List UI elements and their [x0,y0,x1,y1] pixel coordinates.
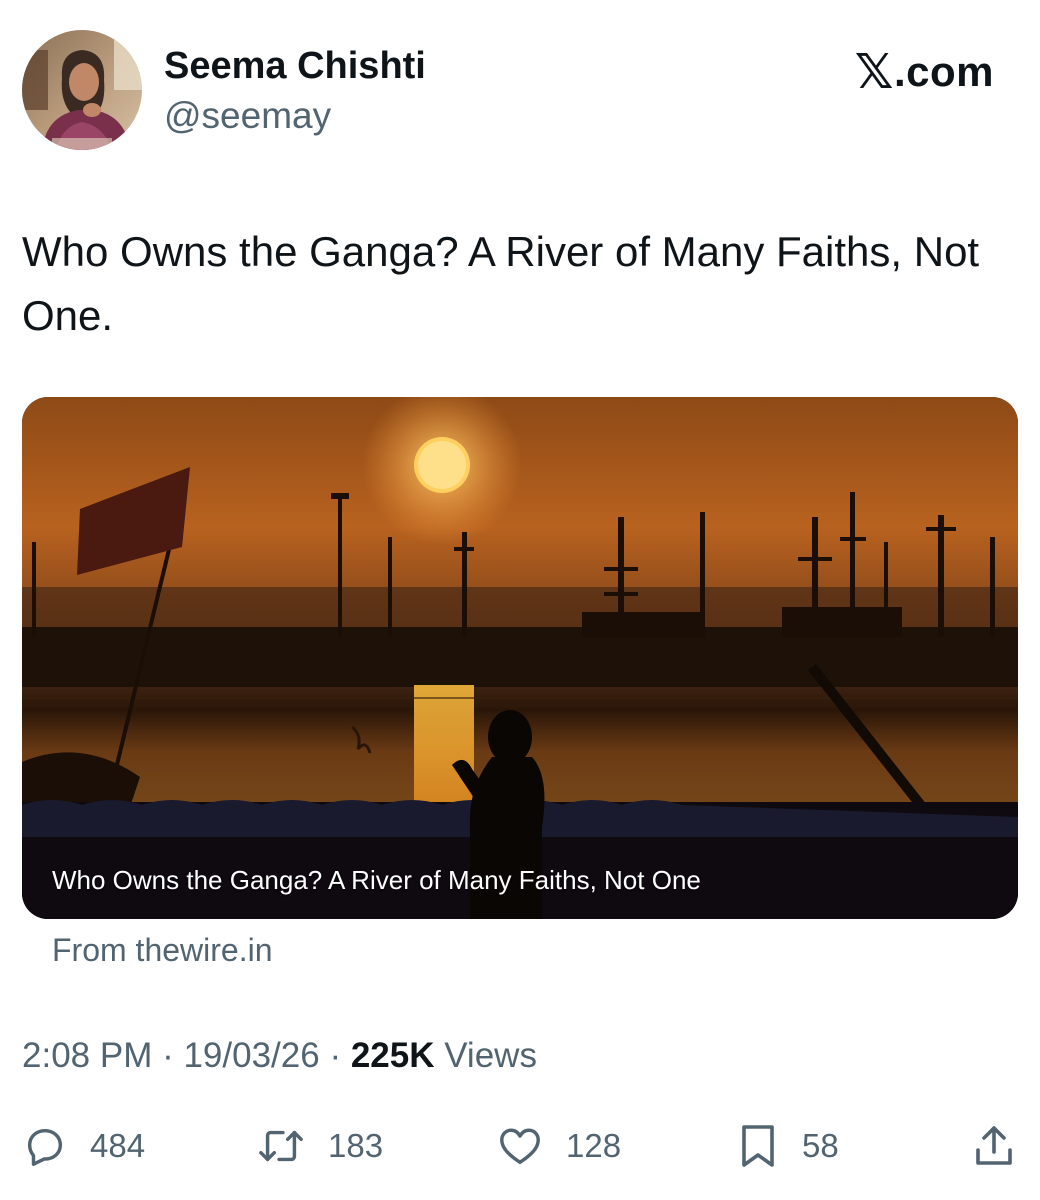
like-count: 128 [566,1127,622,1164]
heart-icon [496,1123,544,1169]
retweet-button[interactable]: 183 [256,1118,383,1174]
like-button[interactable]: 128 [496,1118,621,1174]
bookmark-button[interactable]: 58 [736,1118,839,1174]
views-label: Views [434,1036,537,1075]
tweet-meta: 2:08 PM · 19/03/26 · 225K Views [22,1034,537,1078]
retweet-icon [256,1123,306,1169]
card-caption: Who Owns the Ganga? A River of Many Fait… [52,865,701,895]
author-info: Seema Chishti @seemay [164,44,426,138]
views-count: 225K [350,1036,435,1075]
retweet-count: 183 [328,1127,384,1164]
tweet-date[interactable]: 19/03/26 [183,1036,319,1075]
author-handle[interactable]: @seemay [164,94,426,138]
meta-separator-2: · [319,1036,351,1075]
tweet-text: Who Owns the Ganga? A River of Many Fait… [22,228,980,339]
bookmark-count: 58 [802,1127,839,1164]
x-logo-icon: 𝕏 [854,44,894,100]
author-name[interactable]: Seema Chishti [164,44,426,88]
share-icon [972,1122,1016,1170]
card-image [22,397,1018,919]
tweet-header: Seema Chishti @seemay 𝕏 .com [22,30,1018,152]
x-logo-suffix: .com [893,48,994,95]
link-card[interactable]: Who Owns the Ganga? A River of Many Fait… [22,397,1018,919]
bookmark-icon [736,1122,780,1170]
meta-separator: · [152,1036,184,1075]
x-logo[interactable]: 𝕏 .com [855,48,994,96]
reply-button[interactable]: 484 [22,1118,145,1174]
reply-count: 484 [90,1127,146,1164]
action-bar: 484 183 128 58 [22,1118,1018,1174]
reply-icon [22,1123,68,1169]
avatar[interactable] [22,30,142,150]
card-source[interactable]: From thewire.in [52,930,273,970]
share-button[interactable] [972,1118,1016,1174]
tweet-time[interactable]: 2:08 PM [22,1036,152,1075]
